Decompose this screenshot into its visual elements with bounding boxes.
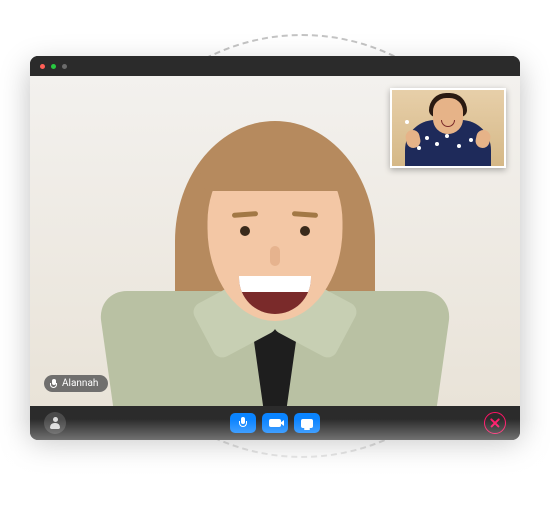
self-view-thumbnail[interactable] (390, 88, 506, 168)
traffic-light-zoom-icon[interactable] (62, 64, 67, 69)
mic-icon (50, 379, 57, 389)
share-screen-button[interactable] (294, 413, 320, 433)
close-icon (490, 418, 500, 428)
traffic-light-minimize-icon[interactable] (51, 64, 56, 69)
participant-name-label: Alannah (62, 378, 98, 389)
mic-icon (239, 417, 247, 429)
end-call-button[interactable] (484, 412, 506, 434)
window-titlebar (30, 56, 520, 76)
mute-button[interactable] (230, 413, 256, 433)
traffic-light-close-icon[interactable] (40, 64, 45, 69)
remote-participant-video (115, 86, 435, 406)
participant-name-badge: Alannah (44, 375, 108, 392)
camera-icon (269, 419, 281, 427)
camera-button[interactable] (262, 413, 288, 433)
main-video-area: Alannah (30, 76, 520, 406)
center-controls (230, 413, 320, 433)
video-call-window: Alannah (30, 56, 520, 440)
call-controls-bar (30, 406, 520, 440)
screen-share-icon (301, 419, 313, 428)
participants-button[interactable] (44, 412, 66, 434)
person-icon (50, 417, 60, 429)
